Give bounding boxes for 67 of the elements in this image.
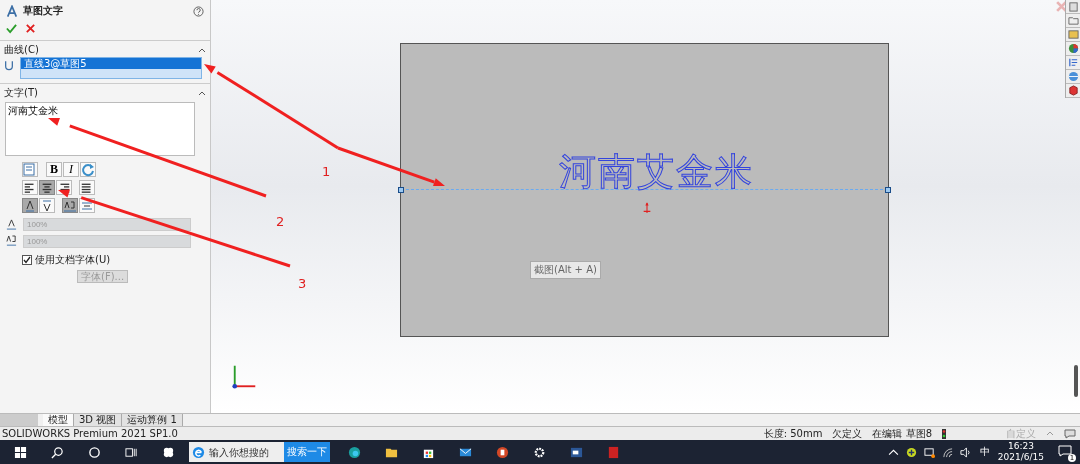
- appearance-icon[interactable]: [1066, 42, 1080, 56]
- help-icon[interactable]: [193, 5, 204, 17]
- endpoint-handle[interactable]: [885, 187, 891, 193]
- confirm-icon[interactable]: [6, 23, 17, 34]
- cube-icon[interactable]: [1066, 84, 1080, 98]
- list-icon[interactable]: [1066, 56, 1080, 70]
- panel-title: 草图文字: [23, 4, 64, 18]
- align-button[interactable]: [39, 180, 55, 195]
- collapse-icon[interactable]: [198, 47, 206, 53]
- tab[interactable]: 模型: [43, 414, 74, 426]
- align-button[interactable]: [22, 180, 38, 195]
- product-version: SOLIDWORKS Premium 2021 SP1.0: [2, 428, 178, 439]
- checkbox[interactable]: [22, 255, 32, 265]
- settings-icon[interactable]: [533, 445, 546, 459]
- edge-browser-icon[interactable]: [348, 445, 361, 459]
- plus-badge-icon[interactable]: [905, 446, 917, 458]
- chat-icon[interactable]: [1064, 428, 1076, 439]
- section-title: 曲线(C): [4, 43, 39, 57]
- speaker-icon[interactable]: [959, 446, 971, 458]
- collapse-icon[interactable]: [198, 90, 206, 96]
- text-flip-button[interactable]: [39, 198, 55, 213]
- origin-icon: [642, 200, 652, 216]
- mail-icon[interactable]: [459, 445, 472, 459]
- input-method-indicator[interactable]: 中: [979, 445, 990, 459]
- tab[interactable]: 运动算例 1: [122, 414, 183, 426]
- caret-icon[interactable]: [887, 446, 899, 458]
- text-flip-button[interactable]: [62, 198, 78, 213]
- tooltip: 截图(Alt + A): [530, 261, 601, 279]
- align-button[interactable]: [79, 180, 95, 195]
- selection-item[interactable]: 直线3@草图5: [21, 58, 201, 69]
- text-flip-button[interactable]: [22, 198, 38, 213]
- monitor-icon[interactable]: [923, 446, 935, 458]
- library-icon[interactable]: [1066, 28, 1080, 42]
- clock-time[interactable]: 16:23: [1007, 441, 1034, 452]
- annotation-number: 2: [276, 214, 285, 229]
- tab[interactable]: 3D 视图: [74, 414, 123, 426]
- notification-icon[interactable]: [1058, 445, 1072, 457]
- search-button[interactable]: 搜索一下: [284, 442, 330, 462]
- annotation-number: 1: [322, 164, 331, 179]
- endpoint-handle[interactable]: [398, 187, 404, 193]
- text-input-field[interactable]: 河南艾金米: [5, 102, 195, 156]
- spacing-icon: [6, 235, 17, 248]
- windows-start-icon[interactable]: [14, 445, 27, 459]
- clock-date[interactable]: 2021/6/15: [997, 452, 1044, 463]
- curve-selection-list[interactable]: 直线3@草图5: [20, 57, 202, 79]
- wifi-icon[interactable]: [941, 446, 953, 458]
- sketch-text: 河南艾金米: [559, 149, 754, 195]
- browser-search-field[interactable]: 输入你想搜的: [189, 442, 284, 462]
- length-readout: 长度: 50mm: [763, 426, 823, 441]
- annotation-number: 3: [298, 276, 307, 291]
- editing-status: 在编辑 草图8: [872, 426, 932, 441]
- font-style-button[interactable]: I: [63, 162, 79, 177]
- checkbox-label: 使用文档字体(U): [35, 253, 111, 267]
- browser-icon: [192, 445, 205, 459]
- rebuild-light-icon: [942, 428, 946, 439]
- sketch-state: 欠定义: [832, 426, 863, 441]
- close-icon[interactable]: [25, 23, 36, 34]
- text-tool-icon: [6, 4, 18, 18]
- scrollbar-thumb[interactable]: [1074, 365, 1078, 397]
- task-view-icon[interactable]: [125, 445, 138, 459]
- search-icon[interactable]: [51, 445, 64, 459]
- font-style-button[interactable]: B: [46, 162, 62, 177]
- curve-icon: [4, 59, 14, 72]
- section-title: 文字(T): [4, 86, 38, 100]
- width-factor-icon: [6, 218, 17, 231]
- circle-icon[interactable]: [88, 445, 101, 459]
- globe-icon[interactable]: [1066, 70, 1080, 84]
